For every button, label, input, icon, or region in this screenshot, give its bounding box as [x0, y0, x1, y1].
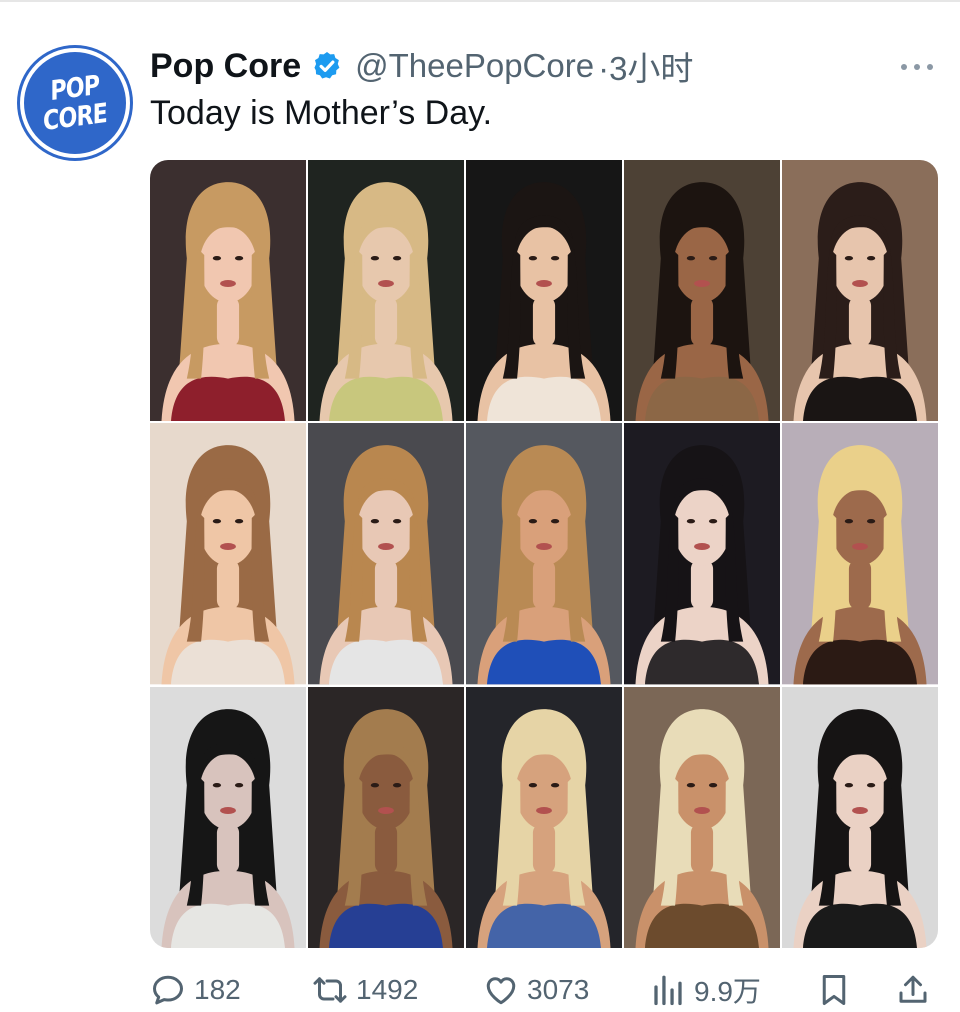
avatar[interactable]: POP CORE: [20, 48, 130, 158]
handle[interactable]: @TheePopCore: [355, 47, 594, 85]
tweet-header: Pop Core @TheePopCore ·3小时: [150, 44, 693, 88]
more-horizontal-icon[interactable]: [898, 52, 936, 82]
top-divider: [0, 0, 960, 2]
like-button[interactable]: 3073: [483, 968, 589, 1012]
portrait-image: [782, 423, 938, 685]
retweet-button[interactable]: 1492: [312, 968, 418, 1012]
action-bar: 182 1492 3073 9.9万: [150, 968, 940, 1012]
media-photo-15[interactable]: [782, 686, 938, 948]
verified-badge-icon: [314, 52, 340, 79]
portrait-image: [466, 686, 622, 948]
media-photo-1[interactable]: [150, 160, 306, 422]
bookmark-icon: [822, 975, 846, 1005]
portrait-image: [782, 686, 938, 948]
media-photo-8[interactable]: [466, 423, 622, 685]
media-photo-11[interactable]: [150, 686, 306, 948]
portrait-image: [624, 686, 780, 948]
portrait-image: [308, 160, 464, 422]
views-button[interactable]: 9.9万: [650, 968, 761, 1012]
bookmark-button[interactable]: [816, 968, 852, 1012]
like-count: 3073: [527, 974, 590, 1005]
portrait-image: [308, 423, 464, 685]
timestamp[interactable]: ·3小时: [598, 42, 693, 90]
portrait-image: [624, 160, 780, 422]
media-photo-5[interactable]: [782, 160, 938, 422]
retweet-count: 1492: [356, 974, 419, 1005]
media-photo-14[interactable]: [624, 686, 780, 948]
views-chart-icon: [654, 975, 682, 1006]
share-icon: [899, 975, 927, 1003]
portrait-image: [466, 160, 622, 422]
display-name[interactable]: Pop Core: [150, 47, 301, 86]
media-collage[interactable]: [150, 160, 938, 948]
reply-button[interactable]: 182: [150, 968, 241, 1012]
portrait-image: [150, 686, 306, 948]
media-photo-9[interactable]: [624, 423, 780, 685]
media-photo-6[interactable]: [150, 423, 306, 685]
portrait-image: [150, 160, 306, 422]
media-photo-10[interactable]: [782, 423, 938, 685]
avatar-logo-text-core: CORE: [43, 97, 107, 138]
tweet-text: Today is Mother’s Day.: [150, 94, 493, 132]
retweet-icon: [313, 977, 347, 1003]
portrait-image: [150, 423, 306, 685]
media-photo-13[interactable]: [466, 686, 622, 948]
portrait-image: [466, 423, 622, 685]
media-photo-3[interactable]: [466, 160, 622, 422]
reply-count: 182: [194, 974, 241, 1005]
media-photo-12[interactable]: [308, 686, 464, 948]
heart-icon: [486, 977, 516, 1005]
media-photo-4[interactable]: [624, 160, 780, 422]
reply-icon: [153, 975, 183, 1005]
portrait-image: [624, 423, 780, 685]
media-photo-2[interactable]: [308, 160, 464, 422]
portrait-image: [782, 160, 938, 422]
views-count: 9.9万: [694, 976, 761, 1007]
share-button[interactable]: [895, 968, 931, 1012]
portrait-image: [308, 686, 464, 948]
media-photo-7[interactable]: [308, 423, 464, 685]
